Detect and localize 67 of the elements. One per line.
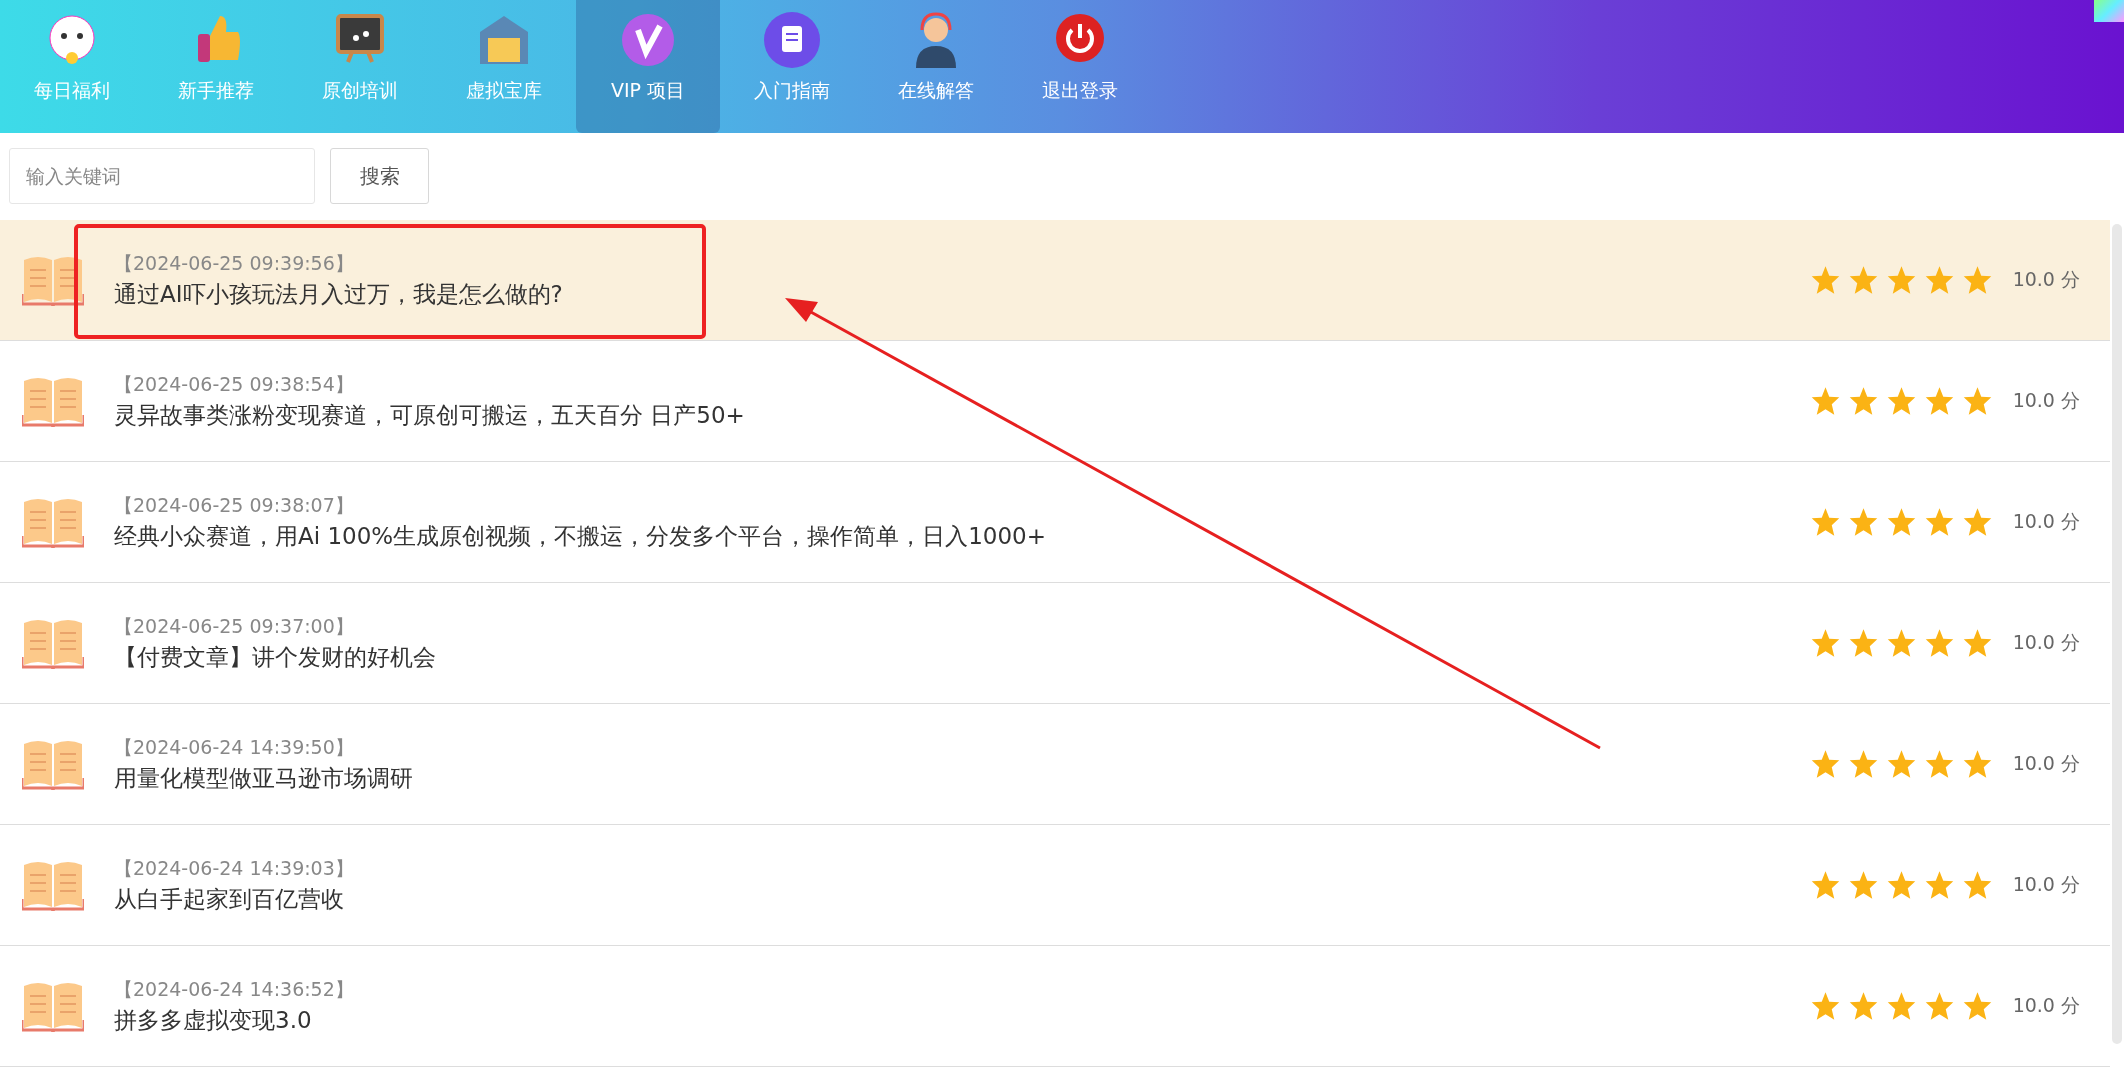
article-date: 【2024-06-25 09:37:00】 bbox=[114, 613, 355, 639]
star-icon bbox=[1847, 870, 1879, 900]
book-icon bbox=[22, 254, 84, 306]
article-score: 10.0 分 bbox=[2012, 267, 2080, 292]
star-icon bbox=[1847, 991, 1879, 1021]
star-icon bbox=[1847, 507, 1879, 537]
article-score: 10.0 分 bbox=[2012, 509, 2080, 534]
book-icon bbox=[22, 375, 84, 427]
star-icon bbox=[1847, 749, 1879, 779]
star-icon bbox=[1923, 870, 1955, 900]
star-icon bbox=[1961, 870, 1993, 900]
book-icon bbox=[22, 980, 84, 1032]
article-title[interactable]: 灵异故事类涨粉变现赛道，可原创可搬运，五天百分 日产50+ bbox=[114, 399, 1810, 431]
article-title[interactable]: 【付费文章】讲个发财的好机会 bbox=[114, 641, 1810, 673]
article-score: 10.0 分 bbox=[2012, 751, 2080, 776]
star-icon bbox=[1923, 749, 1955, 779]
star-icon bbox=[1809, 386, 1841, 416]
article-title[interactable]: 从白手起家到百亿营收 bbox=[114, 883, 1810, 915]
star-icon bbox=[1885, 870, 1917, 900]
star-icon bbox=[1847, 386, 1879, 416]
article-score: 10.0 分 bbox=[2012, 388, 2080, 413]
article-date: 【2024-06-25 09:39:56】 bbox=[114, 250, 355, 276]
article-title[interactable]: 拼多多虚拟变现3.0 bbox=[114, 1004, 1810, 1036]
star-icon bbox=[1923, 628, 1955, 658]
star-icon bbox=[1923, 507, 1955, 537]
star-icon bbox=[1885, 991, 1917, 1021]
star-icon bbox=[1923, 386, 1955, 416]
star-icon bbox=[1809, 265, 1841, 295]
book-icon bbox=[22, 496, 84, 548]
book-icon bbox=[22, 617, 84, 669]
article-date: 【2024-06-24 14:36:52】 bbox=[114, 976, 355, 1002]
article-title[interactable]: 通过AI吓小孩玩法月入过万，我是怎么做的? bbox=[114, 278, 1810, 310]
article-title[interactable]: 经典小众赛道，用Ai 100%生成原创视频，不搬运，分发多个平台，操作简单，日入1000+ bbox=[114, 520, 1810, 552]
star-icon bbox=[1923, 991, 1955, 1021]
search-button[interactable]: 搜索 bbox=[330, 148, 429, 204]
star-icon bbox=[1809, 507, 1841, 537]
star-icon bbox=[1885, 386, 1917, 416]
star-icon bbox=[1809, 628, 1841, 658]
star-icon bbox=[1847, 265, 1879, 295]
star-icon bbox=[1961, 628, 1993, 658]
star-icon bbox=[1961, 265, 1993, 295]
article-date: 【2024-06-24 14:39:03】 bbox=[114, 855, 355, 881]
star-icon bbox=[1809, 870, 1841, 900]
article-date: 【2024-06-25 09:38:54】 bbox=[114, 371, 355, 397]
star-icon bbox=[1885, 265, 1917, 295]
article-score: 10.0 分 bbox=[2012, 993, 2080, 1018]
star-icon bbox=[1885, 749, 1917, 779]
article-score: 10.0 分 bbox=[2012, 630, 2080, 655]
star-icon bbox=[1847, 628, 1879, 658]
star-icon bbox=[1961, 386, 1993, 416]
star-icon bbox=[1885, 628, 1917, 658]
star-icon bbox=[1961, 507, 1993, 537]
star-icon bbox=[1923, 265, 1955, 295]
star-icon bbox=[1809, 991, 1841, 1021]
star-icon bbox=[1885, 507, 1917, 537]
star-icon bbox=[1961, 991, 1993, 1021]
article-title[interactable]: 用量化模型做亚马逊市场调研 bbox=[114, 762, 1810, 794]
article-row[interactable]: 【2024-06-25 09:39:56】 通过AI吓小孩玩法月入过万，我是怎么做的? 10.0 分 bbox=[0, 220, 2110, 341]
search-field[interactable]: 输入关键词 bbox=[9, 148, 315, 204]
book-icon bbox=[22, 859, 84, 911]
star-icon bbox=[1809, 749, 1841, 779]
article-score: 10.0 分 bbox=[2012, 872, 2080, 897]
article-date: 【2024-06-24 14:39:50】 bbox=[114, 734, 355, 760]
corner-icon bbox=[2094, 0, 2124, 22]
star-icon bbox=[1961, 749, 1993, 779]
article-date: 【2024-06-25 09:38:07】 bbox=[114, 492, 355, 518]
book-icon bbox=[22, 738, 84, 790]
